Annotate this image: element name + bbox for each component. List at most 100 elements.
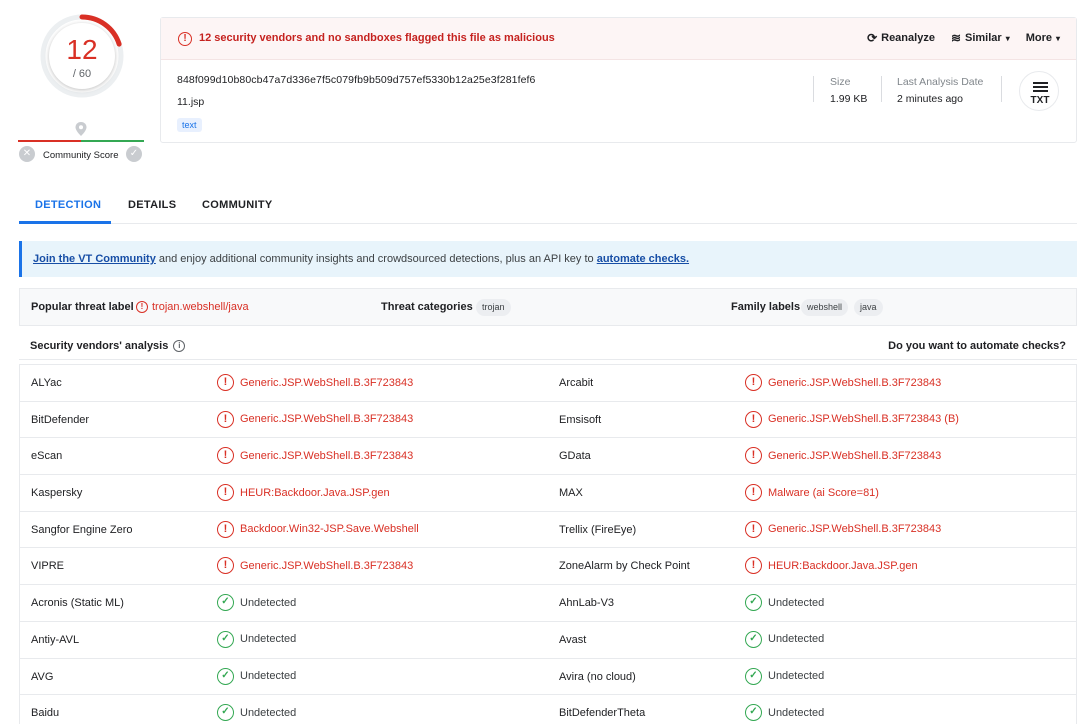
table-row: ALYac ! Generic.JSP.WebShell.B.3F723843 A… (19, 365, 1077, 402)
table-row: Sangfor Engine Zero ! Backdoor.Win32-JSP.… (19, 511, 1077, 549)
community-score-bar (18, 140, 144, 142)
popular-threat-value[interactable]: ! trojan.webshell/java (136, 301, 249, 313)
community-score: ✕ Community Score ✓ (19, 146, 145, 162)
similar-button[interactable]: ≋ Similar ▾ (951, 31, 1010, 45)
table-row: eScan ! Generic.JSP.WebShell.B.3F723843 G… (19, 438, 1077, 476)
join-community-link[interactable]: Join the VT Community (33, 253, 156, 265)
file-name: 11.jsp (177, 96, 205, 108)
family-label-chip[interactable]: java (854, 299, 883, 316)
vendor-name: MAX (559, 487, 583, 500)
vendor-result-text: Undetected (768, 670, 825, 682)
vendor-result: ✓ Undetected (217, 630, 296, 648)
active-tab-indicator (19, 221, 111, 224)
divider (1001, 76, 1002, 102)
vendor-name: Avast (559, 633, 587, 646)
vendor-name: Acronis (Static ML) (31, 597, 124, 610)
document-icon (1033, 82, 1048, 94)
divider (813, 76, 814, 102)
alert-icon: ! (136, 301, 148, 313)
file-tag[interactable]: text (177, 118, 202, 132)
vendor-result-text: Undetected (240, 670, 297, 682)
vendors-analysis-header: Security vendors' analysis i Do you want… (19, 333, 1077, 360)
table-row: AVG ✓ Undetected Avira (no cloud) ✓ Undete… (19, 658, 1077, 696)
malicious-icon: ! (217, 520, 234, 538)
vendor-result-text: Generic.JSP.WebShell.B.3F723843 (240, 376, 414, 389)
vendor-name: VIPRE (31, 560, 65, 573)
malicious-icon: ! (745, 484, 762, 502)
vendor-result: ! Malware (ai Score=81) (745, 484, 879, 502)
vote-harmless-icon[interactable]: ✓ (126, 146, 142, 162)
similar-icon: ≋ (950, 31, 961, 45)
vendor-result-text: Generic.JSP.WebShell.B.3F723843 (768, 523, 942, 536)
vendor-name: Emsisoft (559, 413, 602, 426)
threat-category-chip[interactable]: trojan (476, 299, 511, 316)
vendors-analysis-text: Security vendors' analysis (30, 340, 169, 352)
tab-details[interactable]: DETAILS (128, 199, 176, 211)
alert-icon: ! (178, 32, 192, 46)
vendor-name: ZoneAlarm by Check Point (559, 560, 690, 573)
check-circle-icon: ✓ (745, 704, 762, 722)
total-engines: / 60 (72, 68, 92, 80)
file-type-badge: TXT (1019, 71, 1059, 111)
file-size: Size 1.99 KB (830, 76, 867, 105)
family-label-chip[interactable]: webshell (801, 299, 849, 316)
divider (881, 76, 882, 102)
vendor-result: ✓ Undetected (745, 704, 825, 722)
last-analysis-label: Last Analysis Date (897, 76, 984, 88)
tab-detection[interactable]: DETECTION (35, 199, 101, 211)
vendor-name: Antiy-AVL (31, 633, 80, 646)
vendor-result: ! Generic.JSP.WebShell.B.3F723843 (745, 520, 942, 538)
vendor-name: Arcabit (559, 377, 594, 389)
last-analysis-value: 2 minutes ago (897, 93, 963, 105)
malicious-icon: ! (745, 520, 762, 538)
automate-checks-prompt[interactable]: Do you want to automate checks? (888, 340, 1066, 352)
vendor-name: eScan (31, 450, 63, 463)
malicious-icon: ! (745, 557, 762, 575)
vote-malicious-icon[interactable]: ✕ (19, 146, 35, 162)
join-community-banner: Join the VT Community and enjoy addition… (19, 241, 1077, 277)
vendor-result-text: Generic.JSP.WebShell.B.3F723843 (768, 376, 942, 389)
vendor-result: ✓ Undetected (745, 594, 824, 612)
check-circle-icon: ✓ (217, 704, 234, 722)
tab-community[interactable]: COMMUNITY (202, 199, 273, 211)
malicious-icon: ! (217, 374, 234, 391)
popular-threat-text: trojan.webshell/java (152, 301, 249, 313)
threat-categories-label: Threat categories (381, 301, 473, 313)
check-circle-icon: ✓ (217, 667, 234, 685)
report-tabs: DETECTION DETAILS COMMUNITY (19, 190, 1077, 224)
vendor-result: ! Generic.JSP.WebShell.B.3F723843 (217, 447, 413, 465)
malicious-icon: ! (217, 410, 234, 428)
malicious-icon: ! (745, 410, 762, 428)
check-circle-icon: ✓ (745, 630, 762, 648)
file-actions: ⟳ Reanalyze ≋ Similar ▾ More ▾ (867, 31, 1060, 45)
vendor-result-text: Generic.JSP.WebShell.B.3F723843 (240, 413, 414, 426)
threat-labels: Popular threat label ! trojan.webshell/j… (19, 288, 1077, 326)
alert-text: 12 security vendors and no sandboxes fla… (199, 32, 555, 44)
vendor-result-text: Undetected (768, 706, 825, 719)
banner-middle-text: and enjoy additional community insights … (155, 253, 597, 265)
vendor-result-text: Backdoor.Win32-JSP.Save.Webshell (240, 523, 419, 536)
vendor-result: ! Generic.JSP.WebShell.B.3F723843 (B) (745, 410, 959, 428)
automate-checks-link[interactable]: automate checks. (597, 253, 689, 265)
table-row: Kaspersky ! HEUR:Backdoor.Java.JSP.gen MA… (19, 475, 1077, 512)
vendor-name: BitDefender (31, 413, 90, 426)
reanalyze-button[interactable]: ⟳ Reanalyze (867, 31, 935, 45)
vendor-result: ! Backdoor.Win32-JSP.Save.Webshell (217, 520, 419, 538)
last-analysis: Last Analysis Date 2 minutes ago (897, 76, 983, 105)
check-circle-icon: ✓ (745, 667, 762, 685)
vendor-result-text: Generic.JSP.WebShell.B.3F723843 (B) (768, 413, 959, 426)
malicious-icon: ! (217, 447, 234, 465)
table-row: Acronis (Static ML) ✓ Undetected AhnLab-V… (19, 585, 1077, 622)
info-icon[interactable]: i (173, 340, 186, 352)
vendor-result-text: Undetected (240, 706, 297, 719)
malicious-icon: ! (745, 374, 762, 391)
vendor-result: ! Generic.JSP.WebShell.B.3F723843 (745, 374, 941, 391)
file-type-label: TXT (1030, 95, 1050, 106)
similar-label: Similar (965, 32, 1002, 44)
vendor-result-text: Generic.JSP.WebShell.B.3F723843 (768, 449, 942, 462)
map-pin-icon (75, 122, 87, 136)
chevron-down-icon: ▾ (1055, 33, 1060, 43)
file-hash[interactable]: 848f099d10b80cb47a7d336e7f5c079fb9b509d7… (177, 74, 536, 86)
size-label: Size (830, 76, 851, 88)
more-button[interactable]: More ▾ (1026, 31, 1060, 45)
